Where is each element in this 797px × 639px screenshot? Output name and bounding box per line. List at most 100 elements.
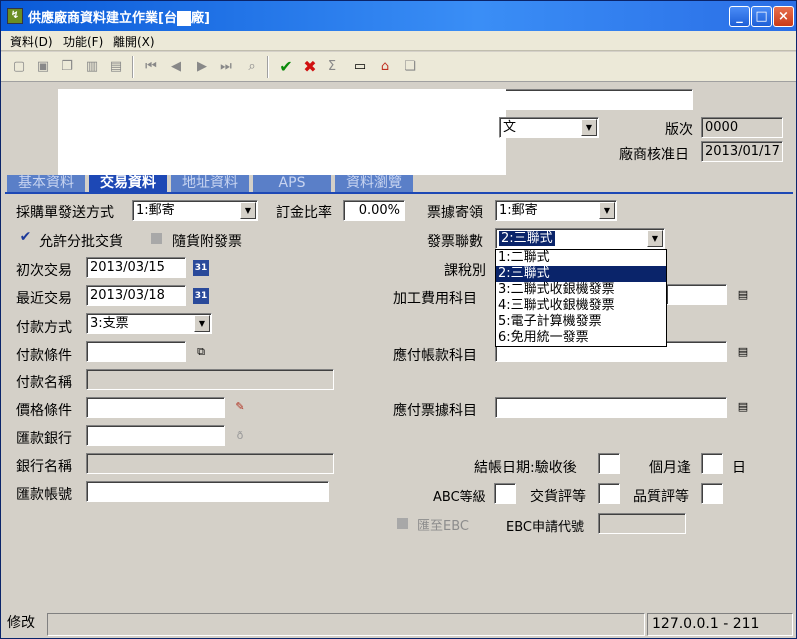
dropdown-option-selected[interactable]: 2:三聯式 <box>496 266 666 282</box>
invoice-copies-select[interactable]: 2:三聯式 ▼ <box>495 228 665 249</box>
redacted-block <box>58 89 506 175</box>
prev-record-icon[interactable]: ◀ <box>167 58 185 76</box>
chevron-down-icon[interactable]: ▼ <box>194 315 210 332</box>
deposit-field[interactable]: 0.00% <box>343 200 405 221</box>
chevron-down-icon[interactable]: ▼ <box>647 230 663 247</box>
closing-months-field[interactable] <box>598 453 620 474</box>
close-button[interactable]: × <box>773 6 794 27</box>
ebc-code-label: EBC申請代號 <box>506 520 584 535</box>
chevron-down-icon[interactable]: ▼ <box>240 202 256 219</box>
minimize-button[interactable]: _ <box>729 6 750 27</box>
tab-transaction[interactable]: 交易資料 <box>89 175 169 193</box>
processing-field[interactable] <box>666 284 727 305</box>
price-terms-label: 價格條件 <box>16 403 72 419</box>
np-account-field[interactable] <box>495 397 727 418</box>
chevron-down-icon[interactable]: ▼ <box>581 119 597 136</box>
with-invoice-label: 隨貨附發票 <box>172 234 242 250</box>
version-field: 0000 <box>701 117 783 138</box>
window-title-text: 供應廠商資料建立作業[台 <box>28 11 177 26</box>
copy-icon[interactable]: ❐ <box>58 58 76 76</box>
window-icon[interactable]: ⧉ <box>193 344 209 360</box>
edit-icon[interactable]: ✎ <box>232 399 248 415</box>
invoice-copies-value: 2:三聯式 <box>499 231 555 246</box>
document-icon[interactable]: ▤ <box>735 399 751 415</box>
language-select[interactable]: 文 ▼ <box>499 117 599 138</box>
processing-label: 加工費用科目 <box>393 291 477 307</box>
dropdown-option[interactable]: 5:電子計算機發票 <box>496 314 666 330</box>
masked-text <box>176 11 191 26</box>
dropdown-option[interactable]: 4:三聯式收銀機發票 <box>496 298 666 314</box>
quality-rate-field[interactable] <box>701 483 723 504</box>
pay-method-select[interactable]: 3:支票 ▼ <box>86 313 212 334</box>
remit-account-field[interactable] <box>86 481 329 502</box>
toolbar: ▢ ▣ ❐ ▥ ▤ ⏮ ◀ ▶ ⏭ ⌕ ✔ ✖ Σ ▭ ⌂ ❏ <box>1 52 796 82</box>
menu-data[interactable]: 資料(D) <box>10 33 53 50</box>
receipt-label: 票據寄領 <box>427 205 483 221</box>
last-trade-label: 最近交易 <box>16 291 72 307</box>
preview-icon[interactable]: ▣ <box>34 58 52 76</box>
maximize-button[interactable]: □ <box>751 6 772 27</box>
remit-bank-field[interactable] <box>86 425 225 446</box>
pay-name-field <box>86 369 334 390</box>
chevron-down-icon[interactable]: ▼ <box>599 202 615 219</box>
delete-icon[interactable]: ▥ <box>83 58 101 76</box>
invoice-copies-dropdown: 1:二聯式 2:三聯式 3:二聯式收銀機發票 4:三聯式收銀機發票 5:電子計算… <box>495 249 667 347</box>
deposit-label: 訂金比率 <box>276 205 332 221</box>
abc-label: ABC等級 <box>433 490 486 505</box>
ebc-code-field <box>598 513 686 534</box>
print-icon[interactable]: ▤ <box>107 58 125 76</box>
dropdown-option[interactable]: 1:二聯式 <box>496 250 666 266</box>
approve-date-field: 2013/01/17 <box>701 141 783 162</box>
app-icon: ↯ <box>7 8 23 24</box>
folder-icon[interactable]: ▭ <box>351 58 369 76</box>
approve-date-label: 廠商核准日 <box>619 147 689 163</box>
abc-field[interactable] <box>494 483 516 504</box>
last-trade-field[interactable]: 2013/03/18 <box>86 285 186 306</box>
invoice-copies-label: 發票聯數 <box>427 234 483 250</box>
window-title-suffix: 廠] <box>190 11 210 26</box>
query-icon[interactable]: ⌕ <box>243 58 261 76</box>
first-record-icon[interactable]: ⏮ <box>142 58 160 76</box>
np-account-label: 應付票據科目 <box>393 403 477 419</box>
closing-label: 結帳日期:驗收後 <box>474 460 577 476</box>
cancel-icon[interactable]: ✖ <box>301 58 319 76</box>
with-invoice-checkbox[interactable] <box>151 233 162 244</box>
sum-icon[interactable]: Σ <box>323 58 341 76</box>
ebc-checkbox[interactable] <box>397 518 408 529</box>
delivery-rate-field[interactable] <box>598 483 620 504</box>
status-mode: 修改 <box>7 615 35 631</box>
tab-aps[interactable]: APS <box>253 175 333 193</box>
menu-exit[interactable]: 離開(X) <box>113 33 155 50</box>
calendar-icon[interactable]: 31 <box>193 260 209 276</box>
price-terms-field[interactable] <box>86 397 225 418</box>
delivery-rate-label: 交貨評等 <box>530 489 586 505</box>
document-icon[interactable]: ▤ <box>735 287 751 303</box>
new-icon[interactable]: ▢ <box>10 58 28 76</box>
pay-terms-field[interactable] <box>86 341 186 362</box>
tab-browse[interactable]: 資料瀏覽 <box>335 175 415 193</box>
status-bar: 修改 127.0.0.1 - 211 <box>1 611 796 638</box>
tab-basic[interactable]: 基本資料 <box>7 175 87 193</box>
ap-account-label: 應付帳款科目 <box>393 348 477 364</box>
bank-name-field <box>86 453 334 474</box>
attach-icon[interactable]: ❏ <box>401 58 419 76</box>
dropdown-option[interactable]: 6:免用統一發票 <box>496 330 666 346</box>
po-send-select[interactable]: 1:郵寄 ▼ <box>132 200 258 221</box>
receipt-select[interactable]: 1:郵寄 ▼ <box>495 200 617 221</box>
document-icon[interactable]: ▤ <box>735 344 751 360</box>
first-trade-label: 初次交易 <box>16 263 72 279</box>
tab-address[interactable]: 地址資料 <box>171 175 251 193</box>
window-title: 供應廠商資料建立作業[台 廠] <box>28 7 210 26</box>
dropdown-option[interactable]: 3:二聯式收銀機發票 <box>496 282 666 298</box>
next-record-icon[interactable]: ▶ <box>193 58 211 76</box>
version-label: 版次 <box>665 122 693 138</box>
calendar-icon[interactable]: 31 <box>193 288 209 304</box>
last-record-icon[interactable]: ⏭ <box>217 58 235 76</box>
allow-partial-checkbox[interactable]: ✔ <box>19 230 32 245</box>
remit-bank-label: 匯款銀行 <box>16 431 72 447</box>
menu-function[interactable]: 功能(F) <box>63 33 103 50</box>
first-trade-field[interactable]: 2013/03/15 <box>86 257 186 278</box>
confirm-icon[interactable]: ✔ <box>277 58 295 76</box>
closing-day-field[interactable] <box>701 453 723 474</box>
home-icon[interactable]: ⌂ <box>376 58 394 76</box>
